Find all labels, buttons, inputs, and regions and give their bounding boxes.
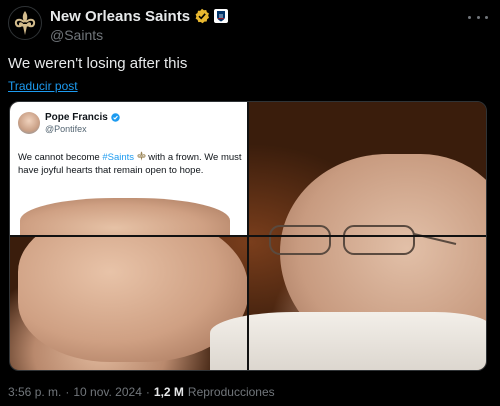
embedded-post-author: Pope Francis: [45, 112, 120, 123]
embedded-post-avatar: [18, 112, 40, 134]
fleur-de-lis-icon: [14, 11, 36, 35]
footer-separator: ·: [65, 385, 70, 399]
grid-divider-horizontal: [10, 235, 486, 237]
more-options-icon[interactable]: [468, 12, 488, 22]
account-names: New Orleans Saints @Saints: [50, 7, 229, 43]
tweet-date[interactable]: 10 nov. 2024: [73, 385, 142, 399]
account-avatar[interactable]: [8, 6, 42, 40]
card-fingers-photo-region: [20, 198, 230, 235]
account-handle[interactable]: @Saints: [50, 27, 228, 43]
tweet-media[interactable]: Pope Francis @Pontifex We cannot become …: [9, 101, 487, 371]
tweet-text: We weren't losing after this: [8, 55, 188, 72]
embedded-post-handle: @Pontifex: [45, 124, 87, 134]
fleur-de-lis-icon: [137, 151, 146, 161]
translate-link[interactable]: Traducir post: [8, 79, 78, 93]
views-label: Reproducciones: [187, 385, 275, 399]
verified-badge-icon: [194, 8, 210, 24]
account-name[interactable]: New Orleans Saints: [50, 8, 190, 25]
glasses-shape: [269, 225, 457, 255]
embedded-post-card: Pope Francis @Pontifex We cannot become …: [10, 102, 247, 235]
nfl-affiliate-icon[interactable]: [214, 9, 229, 23]
embedded-post-text: We cannot become #Saints with a frown. W…: [18, 151, 244, 177]
embedded-post-name: Pope Francis: [45, 112, 108, 123]
embedded-post-text-before: We cannot become: [18, 152, 103, 163]
embedded-post-hashtag: #Saints: [102, 152, 135, 163]
verified-badge-icon: [111, 113, 120, 122]
robe-photo-region: [210, 312, 486, 370]
tweet-header: New Orleans Saints @Saints: [8, 6, 492, 46]
views-count: 1,2 M: [153, 385, 184, 399]
tweet-time[interactable]: 3:56 p. m.: [8, 385, 61, 399]
tweet-footer: 3:56 p. m. · 10 nov. 2024 · 1,2 M Reprod…: [8, 385, 275, 399]
footer-separator: ·: [145, 385, 150, 399]
